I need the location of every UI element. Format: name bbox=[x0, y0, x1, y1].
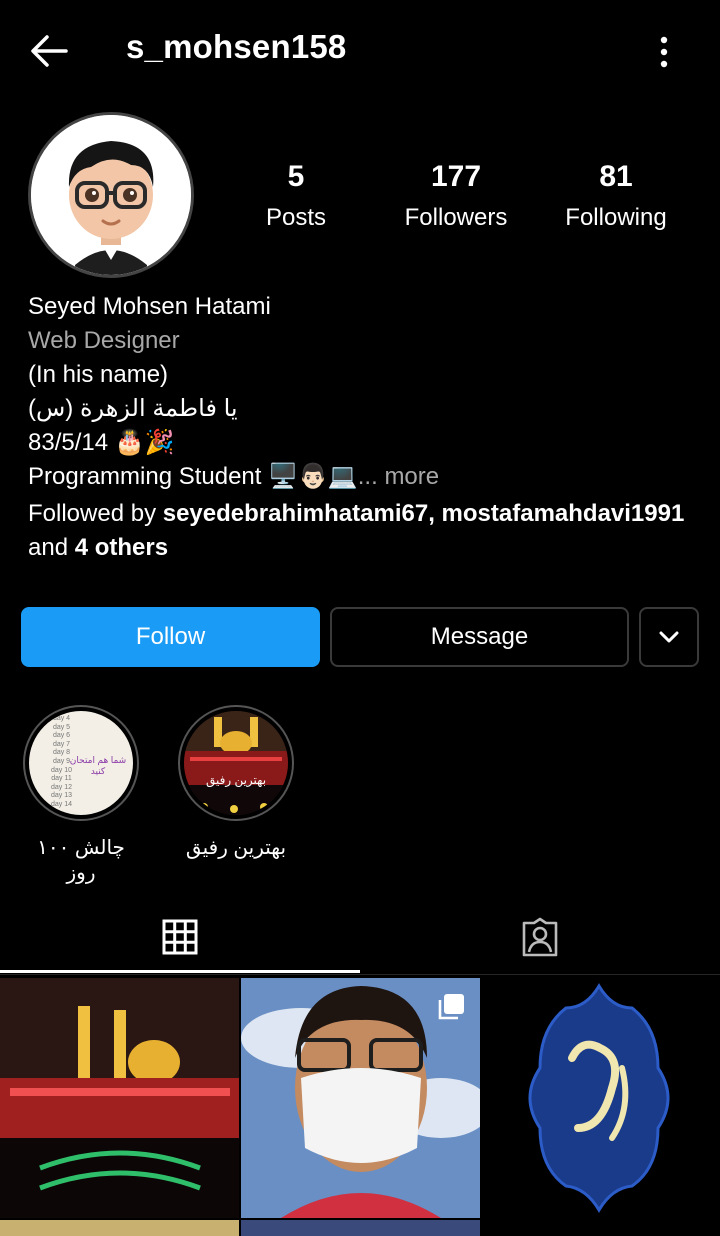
message-button[interactable]: Message bbox=[330, 607, 629, 667]
following-count: 81 bbox=[599, 160, 633, 193]
active-tab-indicator bbox=[0, 970, 360, 973]
shrine-image bbox=[184, 711, 288, 815]
highlight-cover-2: بهترین رفیق bbox=[184, 711, 288, 815]
post-thumbnail[interactable] bbox=[482, 978, 720, 1218]
post-thumbnail[interactable] bbox=[241, 978, 480, 1218]
avatar-illustration bbox=[31, 115, 191, 275]
more-options-icon[interactable] bbox=[650, 30, 678, 74]
highlight-cover-text: بهترین رفیق bbox=[205, 773, 267, 787]
multiple-posts-icon bbox=[438, 994, 464, 1020]
highlight-cover-text: شما هم امتحان کنید bbox=[69, 755, 127, 776]
followed-by-and: and bbox=[28, 534, 75, 561]
highlight-cover-1: day 4 day 5 day 6 day 7 day 8 day 9 day 10 da… bbox=[29, 711, 133, 815]
highlight-best-friend[interactable]: بهترین رفیق بهترین رفیق bbox=[175, 705, 297, 860]
back-arrow-icon[interactable] bbox=[26, 28, 72, 74]
profile-bio: Seyed Mohsen Hatami Web Designer (In his… bbox=[28, 290, 708, 565]
highlight-ring: بهترین رفیق bbox=[178, 705, 294, 821]
followed-by-others-line[interactable]: and 4 others bbox=[28, 531, 708, 565]
bio-line-2: یا فاطمة الزهرة (س) bbox=[28, 395, 238, 422]
tabs-divider bbox=[0, 974, 720, 975]
followed-by[interactable]: Followed by seyedebrahimhatami67, mostaf… bbox=[28, 497, 708, 531]
bio-line-4-wrap: Programming Student 🖥️👨🏻💻... more bbox=[28, 460, 708, 494]
shrine-night-post-image bbox=[0, 978, 239, 1218]
tagged-person-icon bbox=[522, 917, 558, 957]
post-thumbnail[interactable] bbox=[0, 1220, 239, 1236]
profile-category: Web Designer bbox=[28, 327, 180, 354]
profile-username: s_mohsen158 bbox=[126, 28, 347, 65]
follow-button[interactable]: Follow bbox=[21, 607, 320, 667]
bio-line-4: Programming Student 🖥️👨🏻💻 bbox=[28, 463, 358, 490]
tab-posts-grid[interactable] bbox=[0, 900, 360, 974]
profile-avatar[interactable] bbox=[28, 112, 194, 278]
followed-by-prefix: Followed by bbox=[28, 500, 163, 527]
highlight-label: بهترین رفیق bbox=[185, 837, 287, 859]
followed-by-others: 4 others bbox=[74, 534, 169, 561]
highlight-ring: day 4 day 5 day 6 day 7 day 8 day 9 day 10 da… bbox=[23, 705, 139, 821]
stat-following[interactable]: 81 Following bbox=[516, 160, 716, 232]
tab-tagged[interactable] bbox=[360, 900, 720, 974]
followed-by-names: seyedebrahimhatami67, mostafamahdavi1991 bbox=[162, 500, 685, 527]
bio-line-1: (In his name) bbox=[28, 361, 169, 388]
post-thumbnail[interactable] bbox=[241, 1220, 480, 1236]
post-thumbnail[interactable] bbox=[0, 978, 239, 1218]
highlight-label: چالش ۱۰۰ روز bbox=[37, 837, 125, 884]
highlight-100-day-challenge[interactable]: day 4 day 5 day 6 day 7 day 8 day 9 day 10 da… bbox=[20, 705, 142, 885]
calligraphy-post-image bbox=[482, 978, 720, 1218]
profile-tabs bbox=[0, 900, 720, 976]
bio-more-link[interactable]: ... more bbox=[358, 463, 439, 490]
posts-grid bbox=[0, 978, 720, 1236]
profile-header: s_mohsen158 bbox=[0, 0, 720, 100]
profile-full-name: Seyed Mohsen Hatami bbox=[28, 293, 271, 320]
chevron-down-icon bbox=[659, 631, 679, 643]
suggested-accounts-button[interactable] bbox=[639, 607, 699, 667]
grid-icon bbox=[162, 919, 198, 955]
bio-line-3: 83/5/14 🎂🎉 bbox=[28, 429, 175, 456]
following-label: Following bbox=[565, 204, 667, 231]
